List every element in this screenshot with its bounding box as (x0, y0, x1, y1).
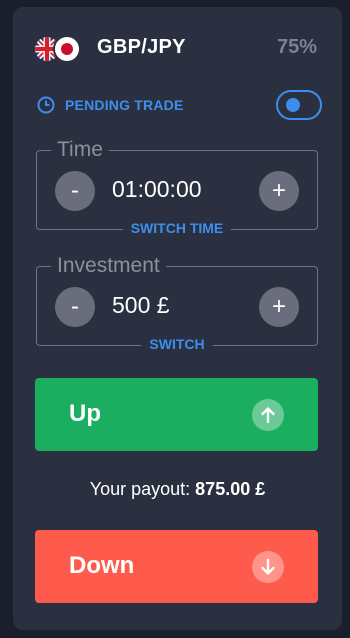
investment-increase-button[interactable]: + (259, 287, 299, 327)
clock-icon (37, 96, 55, 114)
time-increase-button[interactable]: + (259, 171, 299, 211)
toggle-knob (286, 98, 300, 112)
investment-decrease-button[interactable]: - (55, 287, 95, 327)
investment-value[interactable]: 500 £ (112, 291, 170, 319)
down-button-label: Down (69, 552, 135, 579)
time-value[interactable]: 01:00:00 (112, 175, 202, 203)
pending-trade-label: PENDING TRADE (65, 97, 184, 113)
time-field-legend: Time (51, 138, 109, 162)
time-field: Time - 01:00:00 + SWITCH TIME (36, 138, 318, 236)
time-decrease-button[interactable]: - (55, 171, 95, 211)
arrow-up-icon (252, 399, 284, 431)
investment-field: Investment - 500 £ + SWITCH (36, 254, 318, 352)
down-button[interactable]: Down (35, 530, 318, 603)
payout-percent: 75% (276, 36, 317, 58)
pending-trade-toggle[interactable] (276, 90, 322, 120)
pending-trade-row: PENDING TRADE (33, 89, 323, 123)
switch-time-button[interactable]: SWITCH TIME (122, 220, 232, 236)
investment-field-legend: Investment (51, 254, 166, 278)
arrow-down-icon (252, 551, 284, 583)
switch-investment-container: SWITCH (37, 336, 317, 354)
your-payout: Your payout: 875.00 £ (13, 479, 342, 500)
trade-panel: GBP/JPY 75% PENDING TRADE Time - 01:00:0… (13, 7, 342, 630)
payout-label: Your payout: (89, 479, 196, 499)
japan-flag-icon (53, 35, 81, 63)
payout-amount: 875.00 £ (195, 479, 266, 499)
switch-time-container: SWITCH TIME (37, 220, 317, 238)
up-button[interactable]: Up (35, 378, 318, 451)
asset-flags (33, 35, 83, 65)
switch-investment-button[interactable]: SWITCH (141, 336, 213, 352)
asset-name: GBP/JPY (97, 36, 186, 58)
asset-selector[interactable]: GBP/JPY 75% (33, 34, 323, 70)
up-button-label: Up (69, 400, 101, 427)
